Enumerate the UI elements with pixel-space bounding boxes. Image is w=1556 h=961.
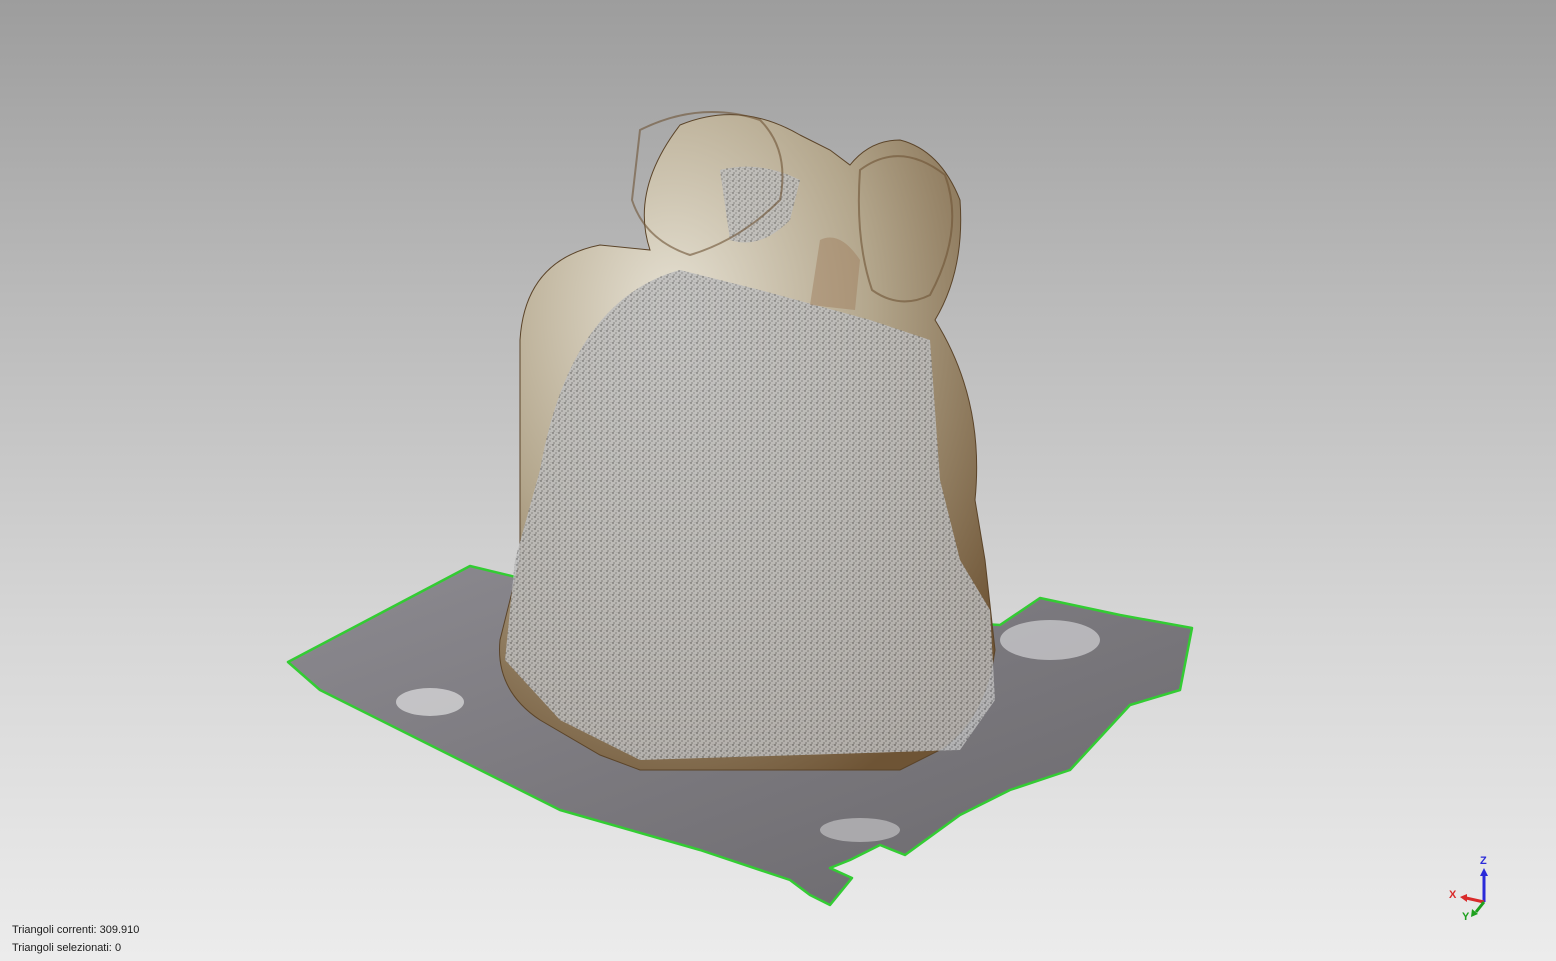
axis-y-label: Y [1462,911,1470,923]
selected-triangles-value: 0 [114,942,122,954]
axis-z-label: Z [1480,855,1487,867]
selected-triangles-label: Triangoli selezionati: [12,942,112,954]
3d-viewport[interactable]: Triangoli correnti: 309.910 Triangoli se… [0,0,1556,961]
axis-gizmo: Z X Y [1440,852,1510,932]
status-overlay: Triangoli correnti: 309.910 Triangoli se… [12,921,139,957]
selected-triangles-line: Triangoli selezionati: 0 [12,939,139,957]
current-triangles-label: Triangoli correnti: [12,924,97,936]
statue-model [499,111,996,771]
axis-x-label: X [1449,889,1457,901]
mesh-render [286,111,1194,907]
current-triangles-line: Triangoli correnti: 309.910 [12,921,139,939]
current-triangles-value: 309.910 [99,924,140,936]
